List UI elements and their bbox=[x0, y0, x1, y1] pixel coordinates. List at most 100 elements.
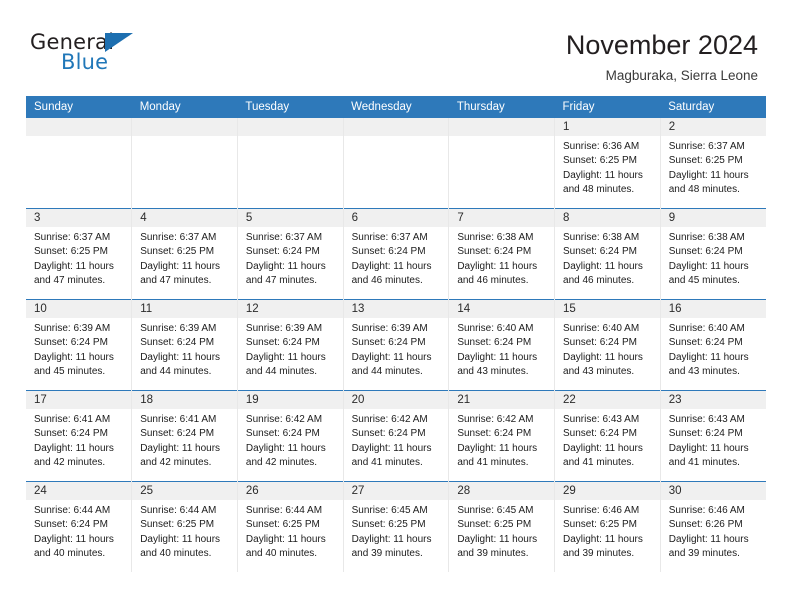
day-details: Sunrise: 6:40 AM Sunset: 6:24 PM Dayligh… bbox=[449, 318, 554, 379]
daylight-text-line1: Daylight: 11 hours bbox=[457, 442, 538, 454]
day-cell[interactable]: 30 Sunrise: 6:46 AM Sunset: 6:26 PM Dayl… bbox=[660, 481, 766, 572]
day-cell[interactable]: 28 Sunrise: 6:45 AM Sunset: 6:25 PM Dayl… bbox=[448, 481, 556, 572]
day-details: Sunrise: 6:43 AM Sunset: 6:24 PM Dayligh… bbox=[555, 409, 660, 470]
daylight-text-line2: and 48 minutes. bbox=[668, 183, 740, 195]
day-details: Sunrise: 6:41 AM Sunset: 6:24 PM Dayligh… bbox=[132, 409, 237, 470]
sunset-text: Sunset: 6:24 PM bbox=[668, 337, 743, 349]
sunrise-text: Sunrise: 6:39 AM bbox=[245, 323, 323, 334]
daylight-text-line2: and 43 minutes. bbox=[668, 365, 740, 377]
day-cell[interactable]: 6 Sunrise: 6:37 AM Sunset: 6:24 PM Dayli… bbox=[343, 208, 450, 300]
day-details: Sunrise: 6:45 AM Sunset: 6:25 PM Dayligh… bbox=[449, 500, 554, 561]
day-cell[interactable]: 14 Sunrise: 6:40 AM Sunset: 6:24 PM Dayl… bbox=[448, 299, 556, 391]
sunrise-text: Sunrise: 6:44 AM bbox=[140, 505, 217, 516]
daylight-text-line1: Daylight: 11 hours bbox=[245, 351, 326, 363]
day-number: 28 bbox=[449, 482, 555, 500]
day-cell[interactable]: 7 Sunrise: 6:38 AM Sunset: 6:24 PM Dayli… bbox=[448, 208, 556, 300]
daylight-text-line1: Daylight: 11 hours bbox=[140, 533, 221, 545]
daylight-text-line1: Daylight: 11 hours bbox=[34, 260, 114, 272]
day-cell[interactable]: 29 Sunrise: 6:46 AM Sunset: 6:25 PM Dayl… bbox=[554, 481, 661, 572]
daylight-text-line1: Daylight: 11 hours bbox=[245, 442, 326, 454]
sunrise-text: Sunrise: 6:36 AM bbox=[563, 141, 640, 152]
day-details: Sunrise: 6:43 AM Sunset: 6:24 PM Dayligh… bbox=[661, 409, 766, 470]
daylight-text-line1: Daylight: 11 hours bbox=[668, 260, 749, 272]
day-cell[interactable]: 23 Sunrise: 6:43 AM Sunset: 6:24 PM Dayl… bbox=[660, 390, 766, 482]
day-details: Sunrise: 6:45 AM Sunset: 6:25 PM Dayligh… bbox=[344, 500, 449, 561]
day-cell[interactable]: 5 Sunrise: 6:37 AM Sunset: 6:24 PM Dayli… bbox=[237, 208, 344, 300]
daylight-text-line1: Daylight: 11 hours bbox=[563, 169, 643, 181]
weekday-header-friday: Friday bbox=[554, 96, 661, 118]
daylight-text-line1: Daylight: 11 hours bbox=[457, 260, 538, 272]
day-cell[interactable]: 17 Sunrise: 6:41 AM Sunset: 6:24 PM Dayl… bbox=[26, 390, 133, 482]
day-cell[interactable]: 27 Sunrise: 6:45 AM Sunset: 6:25 PM Dayl… bbox=[343, 481, 450, 572]
daylight-text-line2: and 41 minutes. bbox=[351, 456, 423, 468]
day-number bbox=[449, 118, 555, 136]
day-details: Sunrise: 6:38 AM Sunset: 6:24 PM Dayligh… bbox=[661, 227, 766, 288]
daylight-text-line1: Daylight: 11 hours bbox=[668, 533, 749, 545]
daylight-text-line2: and 46 minutes. bbox=[351, 274, 423, 286]
sunrise-text: Sunrise: 6:37 AM bbox=[351, 232, 428, 243]
sunset-text: Sunset: 6:25 PM bbox=[245, 519, 320, 531]
day-cell[interactable]: 2 Sunrise: 6:37 AM Sunset: 6:25 PM Dayli… bbox=[660, 118, 766, 209]
sunrise-text: Sunrise: 6:45 AM bbox=[351, 505, 428, 516]
sunset-text: Sunset: 6:24 PM bbox=[245, 337, 320, 349]
daylight-text-line1: Daylight: 11 hours bbox=[457, 533, 538, 545]
day-cell[interactable]: 15 Sunrise: 6:40 AM Sunset: 6:24 PM Dayl… bbox=[554, 299, 661, 391]
day-cell[interactable]: 20 Sunrise: 6:42 AM Sunset: 6:24 PM Dayl… bbox=[343, 390, 450, 482]
day-cell[interactable]: 11 Sunrise: 6:39 AM Sunset: 6:24 PM Dayl… bbox=[131, 299, 238, 391]
week-row: 17 Sunrise: 6:41 AM Sunset: 6:24 PM Dayl… bbox=[26, 390, 766, 482]
daylight-text-line2: and 47 minutes. bbox=[140, 274, 212, 286]
week-row: 1 Sunrise: 6:36 AM Sunset: 6:25 PM Dayli… bbox=[26, 118, 766, 209]
day-cell[interactable]: 1 Sunrise: 6:36 AM Sunset: 6:25 PM Dayli… bbox=[554, 118, 661, 209]
sunset-text: Sunset: 6:25 PM bbox=[140, 519, 215, 531]
sun-calendar-table: Sunday Monday Tuesday Wednesday Thursday… bbox=[26, 96, 766, 572]
sunset-text: Sunset: 6:24 PM bbox=[245, 428, 320, 440]
sunset-text: Sunset: 6:24 PM bbox=[563, 246, 637, 258]
sunrise-text: Sunrise: 6:44 AM bbox=[245, 505, 323, 516]
day-number: 6 bbox=[343, 209, 449, 227]
day-number: 19 bbox=[237, 391, 343, 409]
day-number: 10 bbox=[26, 300, 132, 318]
sunrise-text: Sunrise: 6:42 AM bbox=[245, 414, 323, 425]
day-cell[interactable]: 8 Sunrise: 6:38 AM Sunset: 6:24 PM Dayli… bbox=[554, 208, 661, 300]
sunrise-text: Sunrise: 6:37 AM bbox=[245, 232, 323, 243]
daylight-text-line1: Daylight: 11 hours bbox=[457, 351, 538, 363]
sunrise-text: Sunrise: 6:39 AM bbox=[351, 323, 428, 334]
day-details: Sunrise: 6:39 AM Sunset: 6:24 PM Dayligh… bbox=[132, 318, 237, 379]
day-number: 11 bbox=[132, 300, 237, 318]
day-number bbox=[237, 118, 343, 136]
day-cell[interactable]: 13 Sunrise: 6:39 AM Sunset: 6:24 PM Dayl… bbox=[343, 299, 450, 391]
sunrise-text: Sunrise: 6:44 AM bbox=[34, 505, 111, 516]
title-block: November 2024 Magburaka, Sierra Leone bbox=[566, 28, 758, 87]
day-details: Sunrise: 6:40 AM Sunset: 6:24 PM Dayligh… bbox=[661, 318, 766, 379]
sunrise-text: Sunrise: 6:41 AM bbox=[34, 414, 111, 425]
daylight-text-line2: and 43 minutes. bbox=[563, 365, 635, 377]
brand-logo[interactable]: General Blue bbox=[30, 28, 148, 80]
daylight-text-line2: and 42 minutes. bbox=[140, 456, 212, 468]
day-cell[interactable]: 25 Sunrise: 6:44 AM Sunset: 6:25 PM Dayl… bbox=[131, 481, 238, 572]
day-cell[interactable]: 16 Sunrise: 6:40 AM Sunset: 6:24 PM Dayl… bbox=[660, 299, 766, 391]
day-details: Sunrise: 6:37 AM Sunset: 6:25 PM Dayligh… bbox=[661, 136, 766, 197]
sunrise-text: Sunrise: 6:38 AM bbox=[457, 232, 534, 243]
day-cell[interactable]: 21 Sunrise: 6:42 AM Sunset: 6:24 PM Dayl… bbox=[448, 390, 556, 482]
day-cell[interactable]: 24 Sunrise: 6:44 AM Sunset: 6:24 PM Dayl… bbox=[26, 481, 133, 572]
sunset-text: Sunset: 6:24 PM bbox=[563, 337, 637, 349]
day-cell[interactable]: 22 Sunrise: 6:43 AM Sunset: 6:24 PM Dayl… bbox=[554, 390, 661, 482]
sunrise-text: Sunrise: 6:41 AM bbox=[140, 414, 217, 425]
day-details: Sunrise: 6:42 AM Sunset: 6:24 PM Dayligh… bbox=[344, 409, 449, 470]
day-cell[interactable]: 12 Sunrise: 6:39 AM Sunset: 6:24 PM Dayl… bbox=[237, 299, 344, 391]
sunset-text: Sunset: 6:24 PM bbox=[34, 337, 108, 349]
day-cell[interactable]: 10 Sunrise: 6:39 AM Sunset: 6:24 PM Dayl… bbox=[26, 299, 133, 391]
daylight-text-line1: Daylight: 11 hours bbox=[245, 533, 326, 545]
sunset-text: Sunset: 6:24 PM bbox=[457, 246, 532, 258]
day-cell[interactable]: 18 Sunrise: 6:41 AM Sunset: 6:24 PM Dayl… bbox=[131, 390, 238, 482]
day-cell[interactable]: 4 Sunrise: 6:37 AM Sunset: 6:25 PM Dayli… bbox=[131, 208, 238, 300]
day-cell[interactable]: 26 Sunrise: 6:44 AM Sunset: 6:25 PM Dayl… bbox=[237, 481, 344, 572]
day-cell[interactable]: 9 Sunrise: 6:38 AM Sunset: 6:24 PM Dayli… bbox=[660, 208, 766, 300]
day-cell[interactable]: 3 Sunrise: 6:37 AM Sunset: 6:25 PM Dayli… bbox=[26, 208, 133, 300]
day-cell[interactable]: 19 Sunrise: 6:42 AM Sunset: 6:24 PM Dayl… bbox=[237, 390, 344, 482]
daylight-text-line1: Daylight: 11 hours bbox=[34, 533, 114, 545]
week-row: 3 Sunrise: 6:37 AM Sunset: 6:25 PM Dayli… bbox=[26, 208, 766, 300]
sunrise-text: Sunrise: 6:39 AM bbox=[140, 323, 217, 334]
sunset-text: Sunset: 6:25 PM bbox=[563, 155, 637, 167]
sunset-text: Sunset: 6:24 PM bbox=[668, 246, 743, 258]
